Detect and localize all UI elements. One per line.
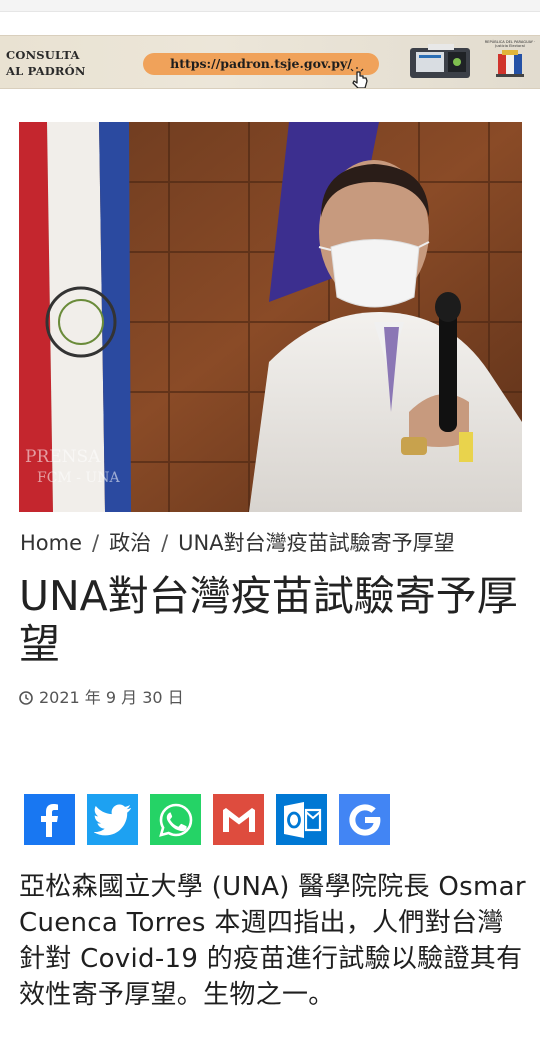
post-date[interactable]: 2021 年 9 月 30 日 bbox=[39, 687, 184, 709]
pointer-hand-icon bbox=[350, 67, 368, 88]
gmail-icon bbox=[222, 807, 255, 832]
top-bar bbox=[0, 0, 540, 12]
breadcrumb-home[interactable]: Home bbox=[20, 531, 82, 555]
tsje-logo: REPÚBLICA DEL PARAGUAY · Justicia Electo… bbox=[484, 40, 536, 86]
banner-title-line1: CONSULTA bbox=[6, 48, 80, 62]
twitter-icon bbox=[93, 804, 131, 835]
banner-title: CONSULTA AL PADRÓN bbox=[6, 47, 116, 79]
breadcrumb-separator: / bbox=[92, 531, 100, 555]
banner-title-line2: AL PADRÓN bbox=[6, 64, 86, 78]
google-icon bbox=[348, 803, 380, 836]
twitter-share-button[interactable] bbox=[87, 794, 138, 845]
article-photo: PRENSA FCM - UNA bbox=[19, 122, 522, 512]
outlook-share-button[interactable] bbox=[276, 794, 327, 845]
page-title: UNA對台灣疫苗試驗寄予厚望 bbox=[19, 572, 518, 668]
article-body: 亞松森國立大學 (UNA) 醫學院院長 Osmar Cuenca Torres … bbox=[19, 872, 526, 1010]
banner-url-button[interactable]: https://padron.tsje.gov.py/ bbox=[143, 53, 379, 75]
breadcrumb: Home / 政治 / UNA對台灣疫苗試驗寄予厚望 bbox=[20, 528, 455, 558]
google-share-button[interactable] bbox=[339, 794, 390, 845]
clock-icon bbox=[19, 691, 33, 705]
voting-machine-icon bbox=[410, 44, 470, 78]
facebook-icon bbox=[40, 803, 58, 837]
photo-watermark-line2: FCM - UNA bbox=[37, 470, 120, 486]
share-buttons bbox=[24, 794, 402, 845]
breadcrumb-separator: / bbox=[161, 531, 169, 555]
gmail-share-button[interactable] bbox=[213, 794, 264, 845]
facebook-share-button[interactable] bbox=[24, 794, 75, 845]
outlook-icon bbox=[283, 801, 321, 838]
photo-watermark-line1: PRENSA bbox=[25, 447, 101, 467]
whatsapp-icon bbox=[158, 803, 192, 837]
post-meta: 2021 年 9 月 30 日 bbox=[19, 687, 184, 709]
breadcrumb-current: UNA對台灣疫苗試驗寄予厚望 bbox=[178, 531, 455, 555]
whatsapp-share-button[interactable] bbox=[150, 794, 201, 845]
padron-banner[interactable]: CONSULTA AL PADRÓN https://padron.tsje.g… bbox=[0, 35, 540, 89]
breadcrumb-category[interactable]: 政治 bbox=[109, 531, 151, 555]
